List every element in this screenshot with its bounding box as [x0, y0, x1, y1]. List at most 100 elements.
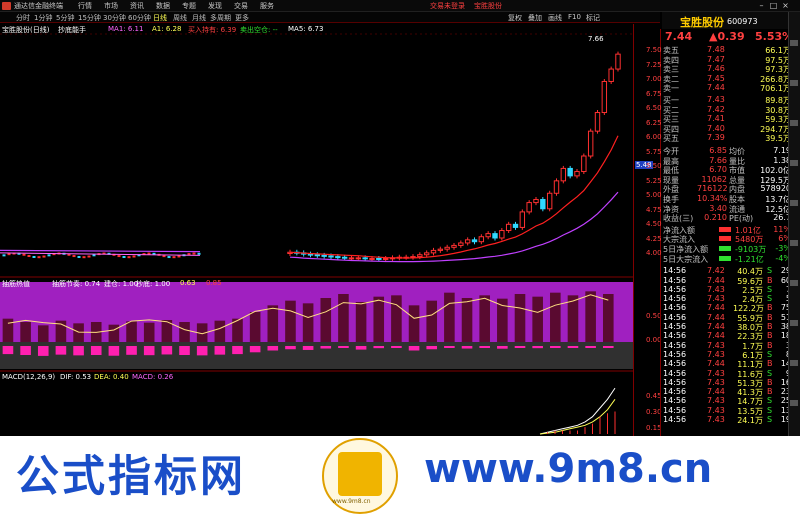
- trade-side: B: [767, 275, 773, 285]
- period-tab-60min[interactable]: 60分钟: [128, 13, 151, 23]
- app-title: 通达信金融终端: [14, 2, 63, 10]
- candle-body: [72, 255, 76, 258]
- sub1-pink-bar: [444, 346, 455, 348]
- period-tab-30min[interactable]: 30分钟: [103, 13, 126, 23]
- sidebar-tool-icon[interactable]: [790, 200, 798, 206]
- alert-stock[interactable]: 宝胜股份: [474, 1, 502, 11]
- trade-price: 7.44: [707, 322, 725, 331]
- overlay-button[interactable]: 叠加: [528, 13, 542, 23]
- flow-label: 5日大宗流入: [663, 254, 709, 264]
- quote-value: 6.70: [709, 165, 727, 175]
- ma1-value: MA1: 6.11: [108, 25, 144, 33]
- trade-time: 14:56: [663, 266, 687, 276]
- sub1-pink-bar: [37, 346, 49, 356]
- period-tab-monthly[interactable]: 月线: [192, 13, 206, 23]
- period-tab-timeshare[interactable]: 分时: [16, 13, 30, 23]
- draw-button[interactable]: 画线: [548, 13, 562, 23]
- f10-button[interactable]: F10: [568, 13, 581, 21]
- candle-body: [417, 254, 423, 258]
- candle-body: [512, 223, 519, 228]
- trade-time: 14:56: [663, 312, 687, 322]
- candle-body: [369, 257, 375, 260]
- candle-body: [594, 112, 601, 132]
- candle-body: [82, 256, 86, 259]
- menu-market[interactable]: 市场: [104, 1, 118, 11]
- bid-price: 7.42: [707, 104, 725, 114]
- maximize-icon[interactable]: □: [768, 0, 779, 11]
- sidebar-tool-icon[interactable]: [790, 120, 798, 126]
- bid-row: 买三 7.41 59.3万: [663, 114, 791, 124]
- macd-dea: DEA: 0.40: [94, 373, 129, 381]
- sub1-pink-bar: [391, 346, 402, 348]
- sub1-pink-bar: [320, 346, 332, 349]
- price-tick: 5.75: [646, 147, 662, 156]
- buy-signal-value: 买入持有: 6.39: [188, 26, 237, 34]
- menu-quotes[interactable]: 行情: [78, 1, 92, 11]
- candle-body: [172, 256, 176, 259]
- trade-price: 7.44: [707, 303, 725, 313]
- sidebar-tool-icon[interactable]: [790, 320, 798, 326]
- menu-data[interactable]: 数据: [156, 1, 170, 11]
- menu-topics[interactable]: 专题: [182, 1, 196, 11]
- macd-dea-line: [539, 399, 616, 435]
- sidebar-tool-icon[interactable]: [790, 240, 798, 246]
- sub1-pink-bar: [532, 346, 543, 349]
- period-tab-daily[interactable]: 日线: [153, 13, 167, 23]
- sub1-bar: [373, 296, 385, 342]
- minimize-icon[interactable]: –: [756, 0, 767, 11]
- sub1-pink-bar: [90, 346, 102, 355]
- flow-bar: [719, 226, 731, 232]
- price-tick: 6.50: [646, 104, 662, 112]
- price-row: 7.44 ▲0.39 5.53%: [663, 30, 793, 43]
- price-tick: 7.00: [646, 75, 662, 83]
- candle-body: [132, 255, 136, 258]
- period-tab-more[interactable]: 更多: [235, 13, 249, 23]
- ask-volume: 706.1万: [760, 84, 791, 94]
- bid-price: 7.40: [707, 123, 725, 133]
- trade-side: B: [767, 322, 773, 331]
- flow-value: -1.21亿: [735, 254, 764, 264]
- period-tab-multi[interactable]: 多周期: [210, 13, 231, 23]
- period-tab-15min[interactable]: 15分钟: [78, 13, 101, 23]
- bid-row: 买二 7.42 30.8万: [663, 105, 791, 115]
- quote-value: 10.34%: [697, 194, 728, 203]
- price-tick: 5.25: [646, 176, 662, 185]
- sidebar-tool-icon[interactable]: [790, 160, 798, 166]
- sub1-bar: [37, 325, 49, 342]
- candle-body: [615, 53, 621, 70]
- bid-price: 7.43: [707, 95, 725, 104]
- sidebar-tool-icon[interactable]: [790, 400, 798, 406]
- trade-side: B: [767, 377, 773, 387]
- period-tab-1min[interactable]: 1分钟: [34, 13, 52, 23]
- sub1-pink-bar: [267, 346, 279, 351]
- close-icon[interactable]: ×: [780, 0, 791, 11]
- login-status-alert[interactable]: 交易未登录: [430, 1, 465, 11]
- sidebar-tool-icon[interactable]: [790, 280, 798, 286]
- candle-body: [471, 239, 478, 243]
- mark-button[interactable]: 标记: [586, 13, 600, 23]
- ask-row: 卖三 7.46 97.3万: [663, 64, 791, 74]
- trade-side: B: [767, 303, 773, 313]
- candle-body: [122, 256, 126, 259]
- candle-body: [321, 254, 327, 257]
- sidebar-tool-icon[interactable]: [790, 40, 798, 46]
- sidebar-tool-icon[interactable]: [790, 360, 798, 366]
- sub1-bar: [143, 322, 155, 342]
- menu-trade[interactable]: 交易: [234, 1, 248, 11]
- sub1-pink-bar: [2, 346, 14, 355]
- period-tab-weekly[interactable]: 周线: [173, 13, 187, 23]
- ask-row: 卖五 7.48 66.1万: [663, 45, 791, 55]
- sub1-bar: [602, 294, 614, 342]
- adjust-button[interactable]: 复权: [508, 13, 522, 23]
- sub1-pink-bar: [426, 346, 438, 350]
- sub1-pink-bar: [214, 346, 226, 355]
- sub1-pink-bar: [408, 346, 420, 351]
- sidebar-tool-icon[interactable]: [790, 80, 798, 86]
- candle-body: [546, 192, 553, 210]
- menu-service[interactable]: 服务: [260, 1, 274, 11]
- menu-discover[interactable]: 发现: [208, 1, 222, 11]
- trade-time: 14:56: [663, 294, 687, 304]
- period-tab-5min[interactable]: 5分钟: [56, 13, 74, 23]
- ask-row: 卖四 7.47 97.5万: [663, 55, 791, 65]
- menu-news[interactable]: 资讯: [130, 1, 144, 11]
